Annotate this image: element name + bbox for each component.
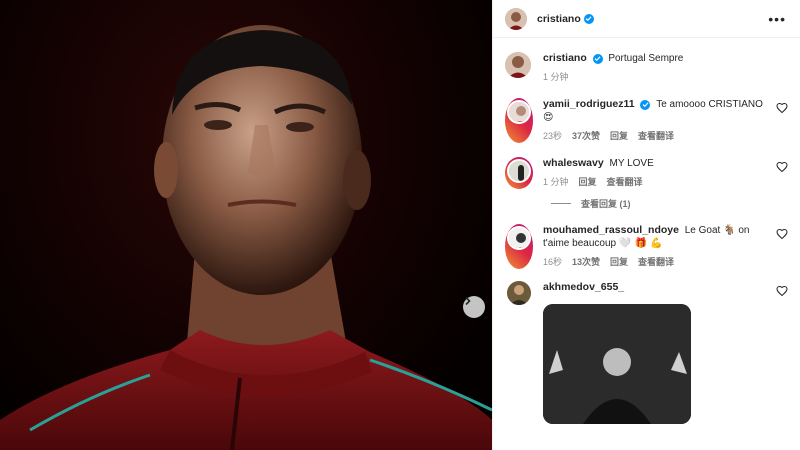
reply-button[interactable]: 回复 xyxy=(610,256,628,269)
caption-text: Portugal Sempre xyxy=(608,53,684,64)
heart-icon[interactable] xyxy=(776,285,788,297)
comment-text: MY LOVE xyxy=(609,158,654,169)
translate-button[interactable]: 查看翻译 xyxy=(638,256,674,269)
comment-photo xyxy=(543,304,691,424)
avatar-image xyxy=(509,102,529,122)
verified-icon xyxy=(583,13,594,24)
comment-emoji: 🐐 xyxy=(723,225,736,236)
comment-likes[interactable]: 37次赞 xyxy=(572,130,600,143)
author-avatar[interactable] xyxy=(505,7,527,30)
commenter-avatar xyxy=(507,100,531,124)
caption-time: 1 分钟 xyxy=(543,72,569,82)
view-replies-label: 查看回复 (1) xyxy=(581,199,631,209)
verified-icon xyxy=(640,99,651,110)
comment-row: yamii_rodriguez11 Te amoooo CRISTIANO 😍 … xyxy=(505,98,788,143)
avatar-image xyxy=(509,228,529,248)
comment-row: akhmedov_655_ xyxy=(505,281,788,424)
comment-row: mouhamed_rassoul_ndoye Le Goat 🐐 on t'ai… xyxy=(505,224,788,269)
comment-username[interactable]: mouhamed_rassoul_ndoye xyxy=(543,224,679,236)
view-replies-button[interactable]: 查看回复 (1) xyxy=(551,197,788,210)
reply-button[interactable]: 回复 xyxy=(610,130,628,143)
post-media[interactable] xyxy=(0,0,492,450)
heart-icon[interactable] xyxy=(776,228,788,240)
comment-emoji: 🤍 🎁 💪 xyxy=(618,238,663,249)
comment-time: 16秒 xyxy=(543,257,563,267)
comment-text: Te amoooo CRISTIANO xyxy=(656,99,763,110)
commenter-avatar xyxy=(507,226,531,250)
comments-list: cristiano Portugal Sempre 1 分钟 yamii_rod… xyxy=(493,52,800,424)
comment-username[interactable]: yamii_rodriguez11 xyxy=(543,98,635,110)
caption-row: cristiano Portugal Sempre 1 分钟 xyxy=(505,52,788,84)
avatar-image xyxy=(505,7,527,30)
replies-divider xyxy=(551,203,571,204)
post-photo xyxy=(0,25,492,450)
story-ring[interactable] xyxy=(505,157,533,189)
comment-username[interactable]: akhmedov_655_ xyxy=(543,281,624,293)
avatar-image xyxy=(507,281,531,305)
translate-button[interactable]: 查看翻译 xyxy=(638,130,674,143)
comment-row: whaleswavy MY LOVE 1 分钟 回复 查看翻译 xyxy=(505,157,788,189)
story-ring[interactable] xyxy=(505,224,533,269)
comment-likes[interactable]: 13次赞 xyxy=(572,256,600,269)
commenter-avatar xyxy=(507,159,531,183)
heart-icon[interactable] xyxy=(776,161,788,173)
comment-username[interactable]: whaleswavy xyxy=(543,157,604,169)
commenter-avatar[interactable] xyxy=(507,281,531,305)
comment-emoji: 😍 xyxy=(543,112,554,123)
next-media-button[interactable] xyxy=(463,296,485,318)
comment-time: 23秒 xyxy=(543,131,563,141)
heart-icon[interactable] xyxy=(776,102,788,114)
post-side-panel: cristiano ••• cristiano Portugal Sempre … xyxy=(492,0,800,450)
comment-time: 1 分钟 xyxy=(543,177,569,187)
post-header: cristiano ••• xyxy=(493,0,800,38)
more-options-button[interactable]: ••• xyxy=(768,11,786,27)
avatar-image xyxy=(509,161,529,181)
author-username[interactable]: cristiano xyxy=(537,13,581,25)
chevron-right-icon xyxy=(465,296,471,306)
avatar-image xyxy=(505,52,531,78)
caption-username[interactable]: cristiano xyxy=(543,52,587,64)
comment-image[interactable] xyxy=(543,304,691,424)
translate-button[interactable]: 查看翻译 xyxy=(607,176,643,189)
author-avatar[interactable] xyxy=(505,52,531,78)
comment-text: Le Goat xyxy=(684,225,721,236)
story-ring[interactable] xyxy=(505,98,533,143)
verified-icon xyxy=(592,53,603,64)
reply-button[interactable]: 回复 xyxy=(579,176,597,189)
